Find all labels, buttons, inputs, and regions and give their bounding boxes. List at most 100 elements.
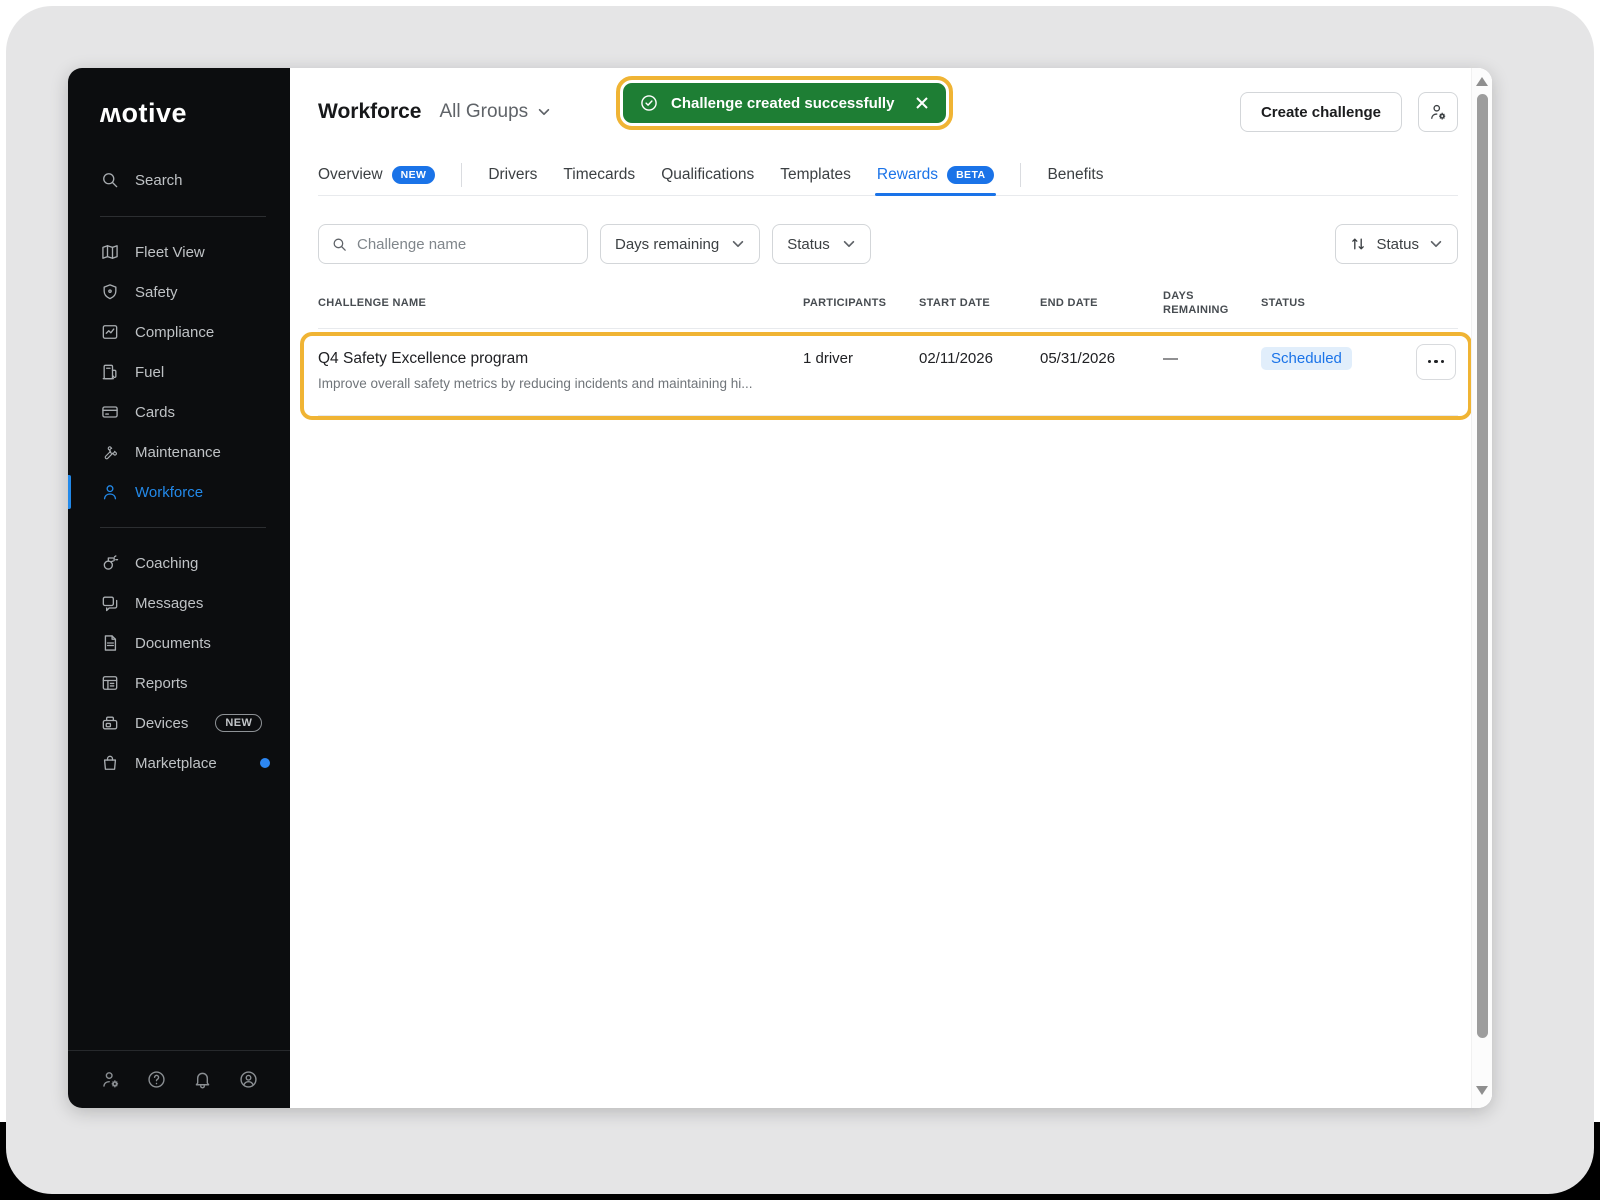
help-icon bbox=[146, 1069, 167, 1090]
sidebar-item-messages[interactable]: Messages bbox=[68, 583, 290, 623]
desktop-background: ʍotive Search Fleet View Safety Complian… bbox=[0, 0, 1600, 1200]
status-filter[interactable]: Status bbox=[772, 224, 871, 264]
toast-message: Challenge created successfully bbox=[671, 95, 894, 112]
admin-settings-button[interactable] bbox=[98, 1068, 122, 1092]
sidebar-item-search[interactable]: Search bbox=[68, 159, 290, 201]
sidebar-divider bbox=[100, 527, 266, 528]
sidebar-item-safety[interactable]: Safety bbox=[68, 272, 290, 312]
sidebar-item-label: Fuel bbox=[135, 364, 164, 381]
shopping-bag-icon bbox=[100, 753, 120, 773]
challenge-search-input[interactable] bbox=[357, 236, 575, 253]
manage-users-button[interactable] bbox=[1418, 92, 1458, 132]
row-actions-button[interactable] bbox=[1416, 344, 1456, 380]
sidebar-item-documents[interactable]: Documents bbox=[68, 623, 290, 663]
scrollbar-down-arrow[interactable] bbox=[1476, 1086, 1488, 1095]
document-icon bbox=[100, 633, 120, 653]
tab-benefits[interactable]: Benefits bbox=[1047, 154, 1103, 195]
chevron-down-icon bbox=[537, 105, 551, 119]
sort-selector[interactable]: Status bbox=[1335, 224, 1458, 264]
days-remaining-filter[interactable]: Days remaining bbox=[600, 224, 760, 264]
table-row[interactable]: Q4 Safety Excellence program Improve ove… bbox=[318, 329, 1458, 416]
search-icon bbox=[331, 236, 348, 253]
column-header-days-remaining: Days remaining bbox=[1163, 290, 1261, 318]
start-date-cell: 02/11/2026 bbox=[919, 350, 1040, 367]
tab-overview[interactable]: Overview NEW bbox=[318, 154, 435, 195]
sidebar-item-marketplace[interactable]: Marketplace bbox=[68, 743, 290, 783]
chevron-down-icon bbox=[731, 237, 745, 251]
scrollbar-thumb[interactable] bbox=[1477, 94, 1488, 1038]
sidebar-item-maintenance[interactable]: Maintenance bbox=[68, 432, 290, 472]
sidebar-item-reports[interactable]: Reports bbox=[68, 663, 290, 703]
tab-rewards[interactable]: Rewards BETA bbox=[877, 154, 995, 195]
sort-selector-label: Status bbox=[1376, 236, 1419, 253]
help-button[interactable] bbox=[144, 1068, 168, 1092]
sidebar-item-label: Fleet View bbox=[135, 244, 205, 261]
close-icon[interactable] bbox=[914, 95, 930, 111]
challenge-description: Improve overall safety metrics by reduci… bbox=[318, 376, 779, 391]
compliance-chart-icon bbox=[100, 322, 120, 342]
sidebar-item-fuel[interactable]: Fuel bbox=[68, 352, 290, 392]
motive-logo: ʍotive bbox=[68, 68, 290, 129]
sidebar-item-label: Compliance bbox=[135, 324, 214, 341]
map-icon bbox=[100, 242, 120, 262]
tab-templates[interactable]: Templates bbox=[780, 154, 851, 195]
messages-icon bbox=[100, 593, 120, 613]
sidebar-item-label: Cards bbox=[135, 404, 175, 421]
tab-label: Benefits bbox=[1047, 166, 1103, 184]
whistle-icon bbox=[100, 553, 120, 573]
sidebar-item-cards[interactable]: Cards bbox=[68, 392, 290, 432]
sidebar-divider bbox=[100, 216, 266, 217]
app-window: ʍotive Search Fleet View Safety Complian… bbox=[68, 68, 1492, 1108]
beta-badge: BETA bbox=[947, 166, 994, 184]
sidebar-item-label: Safety bbox=[135, 284, 178, 301]
tab-timecards[interactable]: Timecards bbox=[563, 154, 635, 195]
notification-dot bbox=[260, 758, 270, 768]
shield-icon bbox=[100, 282, 120, 302]
sidebar-item-label: Coaching bbox=[135, 555, 198, 572]
sort-arrows-icon bbox=[1350, 236, 1366, 252]
column-header-status: Status bbox=[1261, 297, 1416, 311]
challenge-name: Q4 Safety Excellence program bbox=[318, 350, 779, 368]
devices-icon bbox=[100, 713, 120, 733]
wrench-icon bbox=[100, 442, 120, 462]
sidebar-item-label: Reports bbox=[135, 675, 188, 692]
check-circle-icon bbox=[639, 93, 659, 113]
sidebar-item-devices[interactable]: Devices NEW bbox=[68, 703, 290, 743]
tab-qualifications[interactable]: Qualifications bbox=[661, 154, 754, 195]
sidebar-item-compliance[interactable]: Compliance bbox=[68, 312, 290, 352]
tab-separator bbox=[461, 163, 462, 187]
sidebar-item-label: Marketplace bbox=[135, 755, 217, 772]
end-date-cell: 05/31/2026 bbox=[1040, 350, 1163, 367]
sidebar-item-workforce[interactable]: Workforce bbox=[68, 472, 290, 512]
notifications-button[interactable] bbox=[190, 1068, 214, 1092]
sidebar-item-label: Documents bbox=[135, 635, 211, 652]
tab-label: Qualifications bbox=[661, 166, 754, 184]
create-challenge-button[interactable]: Create challenge bbox=[1240, 92, 1402, 132]
tab-label: Timecards bbox=[563, 166, 635, 184]
tab-bar: Overview NEW Drivers Timecards Qualifica… bbox=[318, 154, 1458, 196]
tab-drivers[interactable]: Drivers bbox=[488, 154, 537, 195]
column-header-start-date: Start date bbox=[919, 297, 1040, 311]
chevron-down-icon bbox=[842, 237, 856, 251]
page-title: Workforce bbox=[318, 100, 421, 124]
column-header-challenge-name: Challenge name bbox=[318, 297, 803, 311]
reports-icon bbox=[100, 673, 120, 693]
account-button[interactable] bbox=[236, 1068, 260, 1092]
search-icon bbox=[100, 170, 120, 190]
participants-cell: 1 driver bbox=[803, 350, 919, 367]
person-icon bbox=[100, 482, 120, 502]
table-header: Challenge name Participants Start date E… bbox=[318, 290, 1458, 329]
sidebar-item-label: Maintenance bbox=[135, 444, 221, 461]
status-filter-label: Status bbox=[787, 236, 830, 253]
challenge-search[interactable] bbox=[318, 224, 588, 264]
sidebar-footer bbox=[68, 1050, 290, 1108]
group-selector[interactable]: All Groups bbox=[439, 101, 551, 123]
sidebar-item-fleet-view[interactable]: Fleet View bbox=[68, 232, 290, 272]
vertical-scrollbar bbox=[1471, 68, 1492, 1108]
main-content: Workforce All Groups Create challenge Ch… bbox=[290, 68, 1492, 1108]
scrollbar-up-arrow[interactable] bbox=[1476, 77, 1488, 86]
account-circle-icon bbox=[238, 1069, 259, 1090]
tab-label: Rewards bbox=[877, 166, 938, 184]
person-gear-icon bbox=[100, 1069, 121, 1090]
sidebar-item-coaching[interactable]: Coaching bbox=[68, 543, 290, 583]
